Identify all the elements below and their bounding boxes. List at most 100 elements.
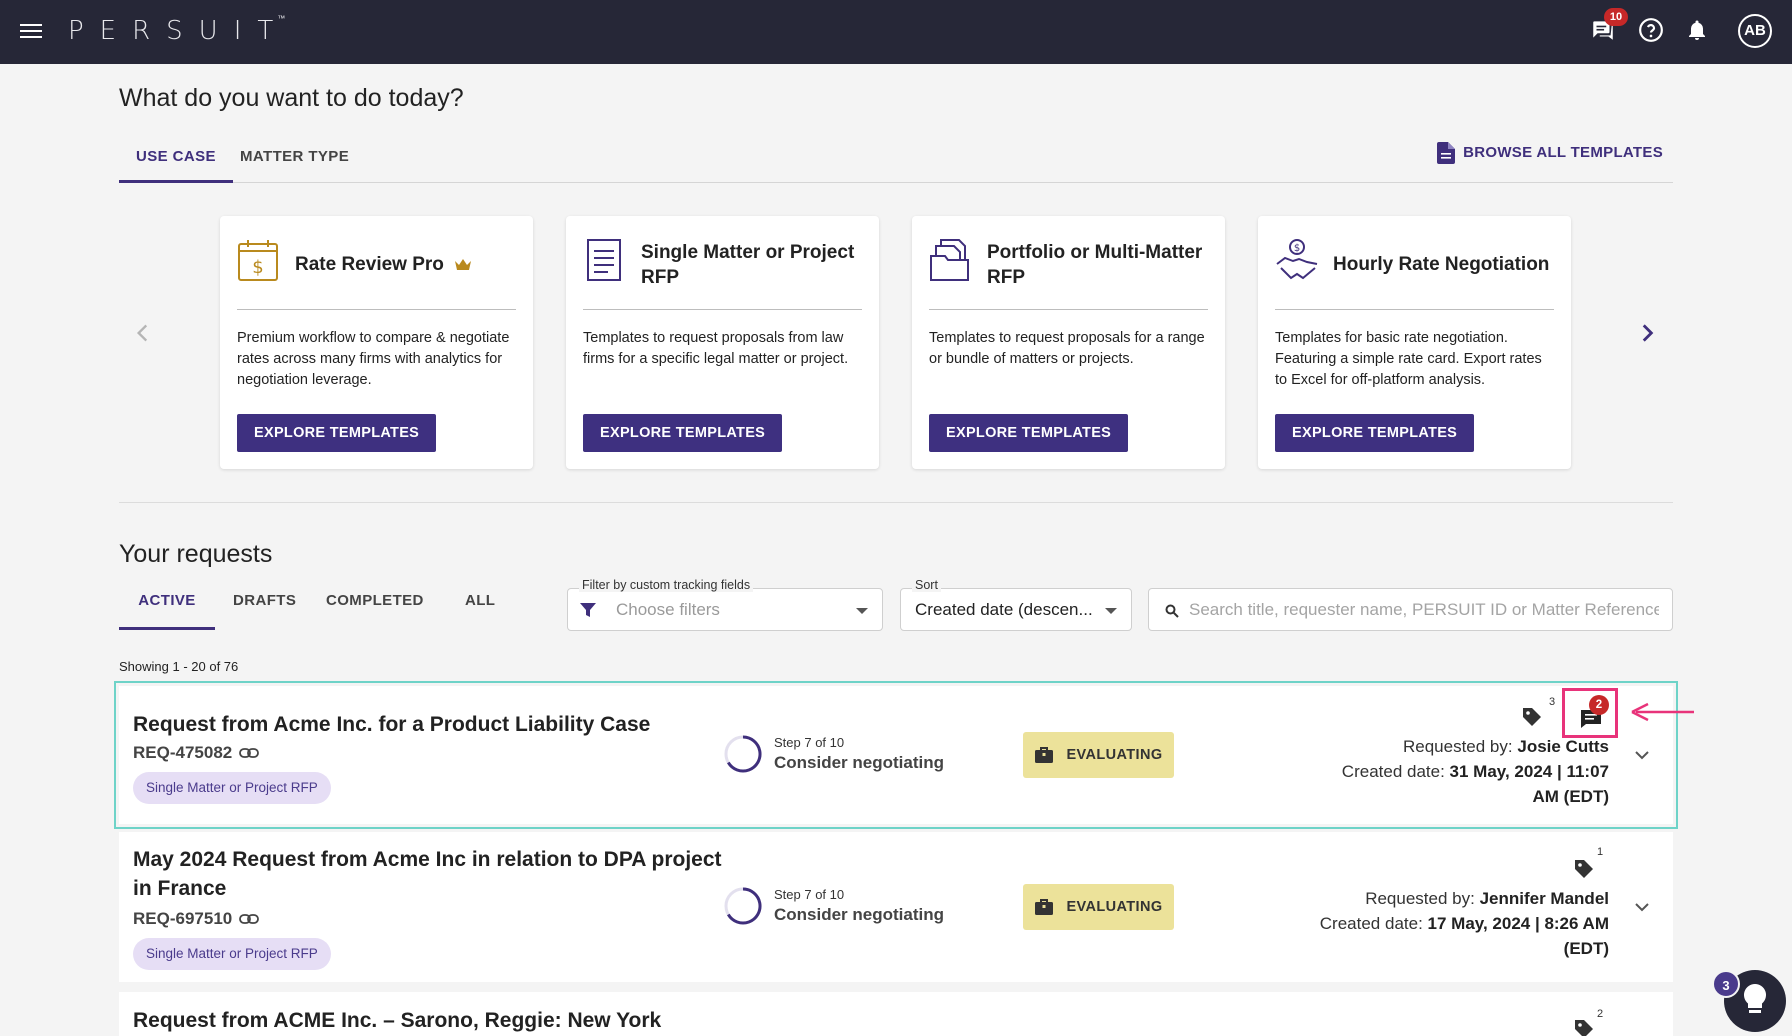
search-placeholder: Search title, requester name, PERSUIT ID… bbox=[1189, 600, 1659, 619]
sort-label: Sort bbox=[912, 578, 941, 592]
messages-icon[interactable]: 10 bbox=[1590, 8, 1628, 47]
tag-icon[interactable] bbox=[1573, 858, 1595, 880]
link-icon[interactable] bbox=[239, 913, 260, 925]
card-title: Hourly Rate Negotiation bbox=[1333, 254, 1550, 275]
tag-count: 3 bbox=[1549, 696, 1556, 708]
link-icon[interactable] bbox=[239, 747, 260, 759]
chevron-down-icon[interactable] bbox=[1633, 898, 1651, 916]
messages-badge: 10 bbox=[1604, 8, 1628, 26]
request-row[interactable]: Request from ACME Inc. – Sarono, Reggie:… bbox=[119, 992, 1673, 1036]
top-bar: PERSUIT™ 10 AB bbox=[0, 0, 1792, 64]
folders-icon bbox=[930, 239, 969, 281]
step-label: Consider negotiating bbox=[774, 753, 944, 772]
requester-name: Jennifer Mandel bbox=[1479, 889, 1609, 908]
annotation-arrow bbox=[1631, 702, 1694, 722]
card-title: Single Matter or Project RFP bbox=[641, 242, 855, 288]
messages-button[interactable]: 2 bbox=[1562, 688, 1618, 738]
request-id: REQ-475082 bbox=[133, 743, 233, 762]
explore-templates-button[interactable]: EXPLORE TEMPLATES bbox=[1275, 414, 1475, 452]
request-row[interactable]: Request from Acme Inc. for a Product Lia… bbox=[114, 681, 1678, 829]
request-type-pill: Single Matter or Project RFP bbox=[133, 772, 331, 804]
request-title[interactable]: May 2024 Request from Acme Inc in relati… bbox=[133, 845, 733, 903]
tab-all[interactable]: ALL bbox=[465, 592, 495, 630]
status-label: EVALUATING bbox=[1066, 899, 1163, 915]
tab-use-case[interactable]: USE CASE bbox=[119, 144, 233, 183]
filter-dropdown-icon bbox=[856, 608, 868, 614]
template-tabs: USE CASE MATTER TYPE BROWSE ALL TEMPLATE… bbox=[119, 142, 1673, 183]
tab-drafts[interactable]: DRAFTS bbox=[233, 592, 296, 630]
step-label: Consider negotiating bbox=[774, 905, 944, 924]
document-lines-icon bbox=[587, 239, 621, 281]
logo[interactable]: PERSUIT™ bbox=[68, 14, 297, 46]
step-number: Step 7 of 10 bbox=[774, 887, 845, 902]
crown-icon bbox=[454, 258, 471, 270]
filter-placeholder: Choose filters bbox=[616, 600, 720, 619]
card-portfolio-rfp: Portfolio or Multi-Matter RFP Templates … bbox=[912, 216, 1225, 469]
briefcase-icon bbox=[1035, 899, 1054, 915]
card-title: Portfolio or Multi-Matter RFP bbox=[987, 242, 1203, 288]
status-badge: EVALUATING bbox=[1023, 884, 1174, 930]
browse-all-templates-link[interactable]: BROWSE ALL TEMPLATES bbox=[1437, 142, 1663, 164]
carousel-prev-icon[interactable] bbox=[130, 320, 156, 346]
explore-templates-button[interactable]: EXPLORE TEMPLATES bbox=[583, 414, 783, 452]
briefcase-icon bbox=[1035, 747, 1054, 763]
request-title[interactable]: Request from ACME Inc. – Sarono, Reggie:… bbox=[133, 1006, 733, 1035]
tab-matter-type[interactable]: MATTER TYPE bbox=[240, 144, 349, 183]
card-description: Premium workflow to compare & negotiate … bbox=[237, 330, 510, 388]
step-number: Step 7 of 10 bbox=[774, 735, 845, 750]
request-id: REQ-697510 bbox=[133, 909, 233, 928]
progress-ring-icon bbox=[724, 887, 762, 925]
status-badge: EVALUATING bbox=[1023, 732, 1174, 778]
carousel-next-icon[interactable] bbox=[1634, 320, 1660, 346]
menu-icon[interactable] bbox=[20, 20, 42, 42]
search-input[interactable]: Search title, requester name, PERSUIT ID… bbox=[1148, 588, 1673, 631]
request-type-pill: Single Matter or Project RFP bbox=[133, 938, 331, 970]
tag-icon[interactable] bbox=[1573, 1018, 1595, 1036]
tag-count: 2 bbox=[1597, 1008, 1604, 1020]
help-icon[interactable] bbox=[1638, 17, 1668, 47]
requests-title: Your requests bbox=[119, 540, 273, 568]
progress-ring-icon bbox=[724, 735, 762, 773]
page-title: What do you want to do today? bbox=[119, 84, 464, 112]
card-single-matter-rfp: Single Matter or Project RFP Templates t… bbox=[566, 216, 879, 469]
request-row[interactable]: May 2024 Request from Acme Inc in relati… bbox=[119, 832, 1673, 982]
section-divider bbox=[119, 502, 1673, 503]
results-count: Showing 1 - 20 of 76 bbox=[119, 659, 239, 674]
help-badge: 3 bbox=[1712, 970, 1740, 998]
request-meta: Requested by: Josie Cutts Created date: … bbox=[1342, 734, 1609, 809]
sort-dropdown-icon bbox=[1105, 608, 1117, 614]
card-title: Rate Review Pro bbox=[295, 254, 444, 275]
request-title[interactable]: Request from Acme Inc. for a Product Lia… bbox=[133, 710, 733, 739]
card-description: Templates to request proposals for a ran… bbox=[929, 330, 1205, 367]
notifications-icon[interactable] bbox=[1685, 17, 1715, 47]
card-description: Templates for basic rate negotiation. Fe… bbox=[1275, 330, 1542, 388]
requested-by-label: Requested by: bbox=[1402, 737, 1513, 756]
svg-text:$: $ bbox=[252, 257, 263, 278]
card-hourly-rate-negotiation: $ Hourly Rate Negotiation Templates for … bbox=[1258, 216, 1571, 469]
card-rate-review-pro: $ Rate Review Pro Premium workflow to co… bbox=[220, 216, 533, 469]
sort-select[interactable]: Created date (descen... bbox=[900, 588, 1132, 631]
card-description: Templates to request proposals from law … bbox=[583, 330, 849, 367]
created-date-tz: AM (EDT) bbox=[1532, 787, 1609, 806]
lightbulb-icon bbox=[1743, 984, 1767, 1013]
tag-count: 1 bbox=[1597, 846, 1604, 858]
document-icon bbox=[1437, 142, 1456, 164]
created-date: 31 May, 2024 | 11:07 bbox=[1449, 762, 1609, 781]
chevron-down-icon[interactable] bbox=[1633, 746, 1651, 764]
created-date-label: Created date: bbox=[1341, 762, 1445, 781]
browse-all-templates-label: BROWSE ALL TEMPLATES bbox=[1463, 144, 1663, 161]
filter-select[interactable]: Choose filters bbox=[567, 588, 883, 631]
filter-icon bbox=[580, 603, 596, 617]
svg-text:$: $ bbox=[1294, 243, 1300, 254]
tab-active[interactable]: ACTIVE bbox=[119, 592, 215, 630]
requested-by-label: Requested by: bbox=[1365, 889, 1475, 908]
handshake-icon: $ bbox=[1276, 239, 1318, 280]
tab-completed[interactable]: COMPLETED bbox=[326, 592, 424, 630]
sort-value: Created date (descen... bbox=[915, 600, 1093, 619]
logo-tm: ™ bbox=[277, 14, 286, 23]
tag-icon[interactable] bbox=[1521, 706, 1543, 728]
explore-templates-button[interactable]: EXPLORE TEMPLATES bbox=[929, 414, 1129, 452]
explore-templates-button[interactable]: EXPLORE TEMPLATES bbox=[237, 414, 437, 452]
message-count-badge: 2 bbox=[1589, 695, 1609, 715]
avatar[interactable]: AB bbox=[1738, 14, 1772, 48]
